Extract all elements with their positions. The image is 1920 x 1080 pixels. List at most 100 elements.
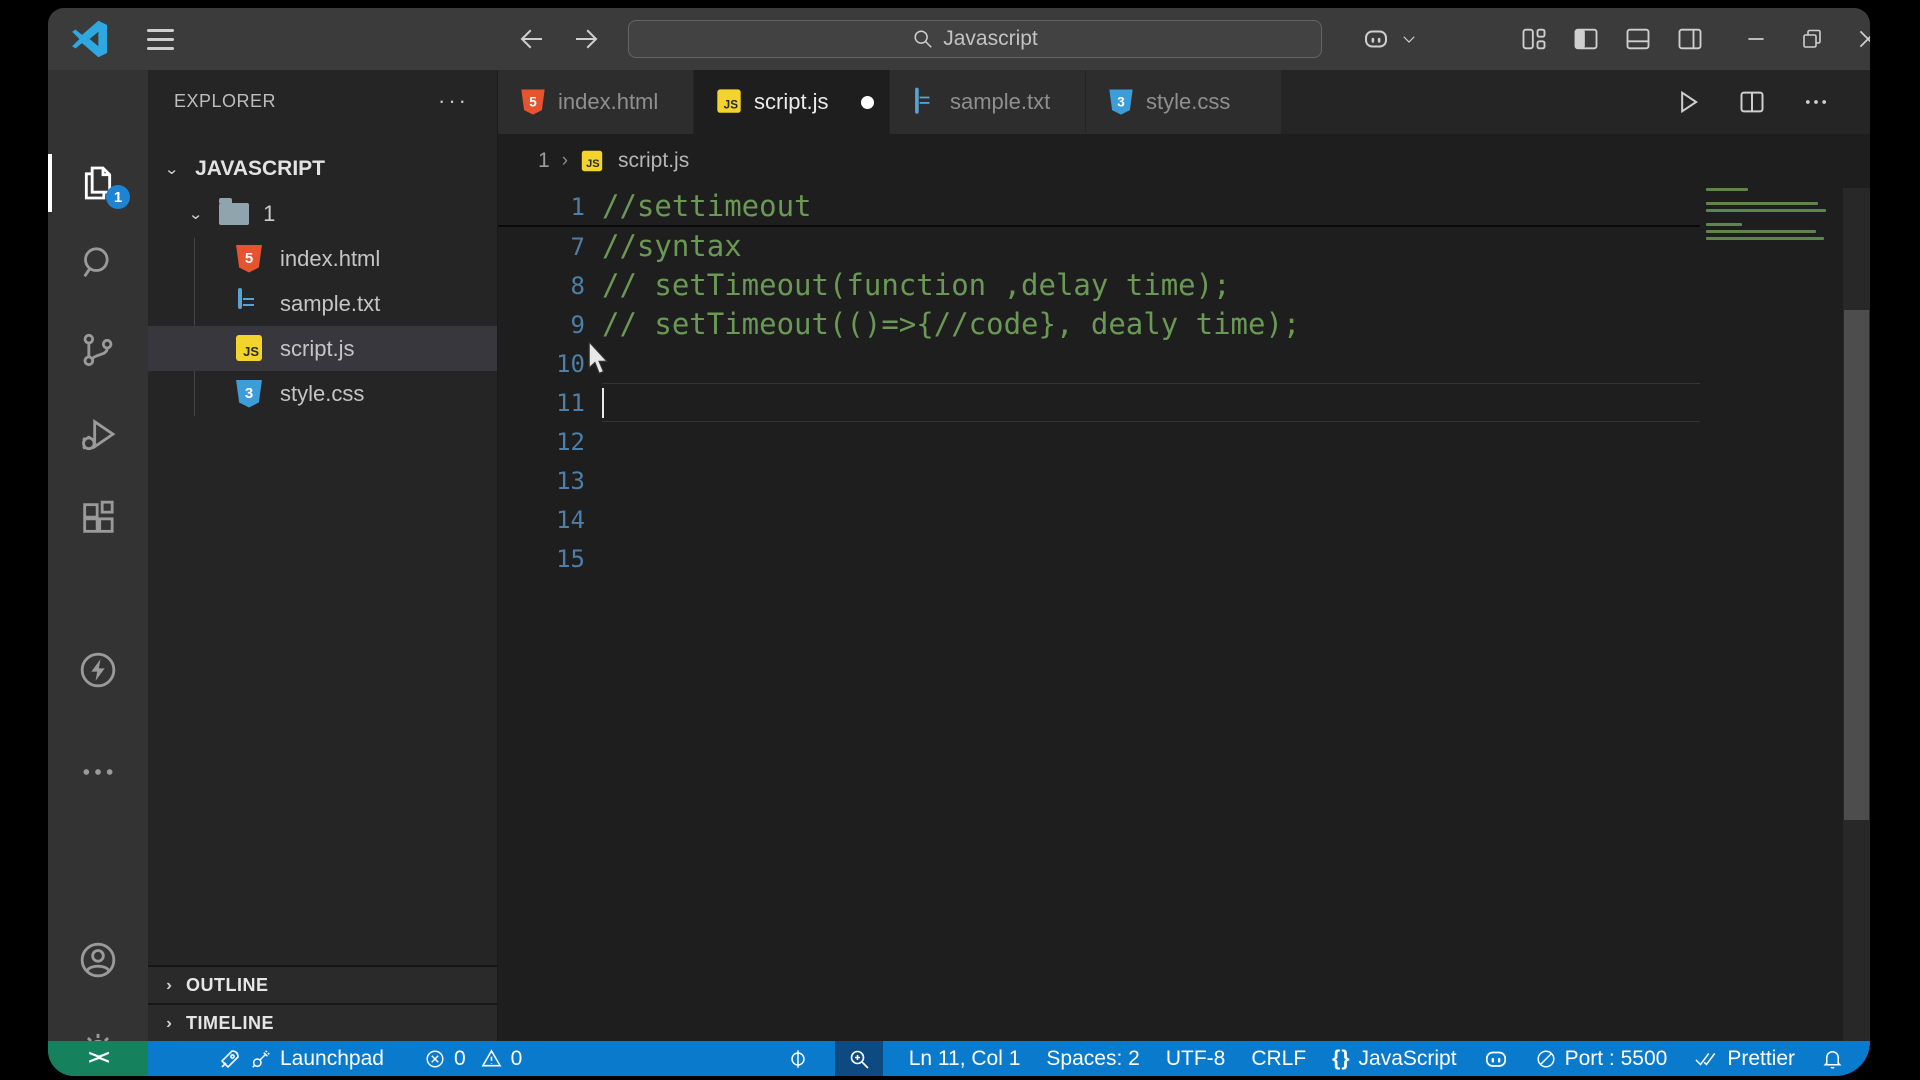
command-center-search[interactable]: Javascript xyxy=(628,20,1322,58)
port-item[interactable]: Port : 5500 xyxy=(1535,1047,1667,1071)
breadcrumb[interactable]: 1 › JS script.js xyxy=(498,134,1870,188)
vscode-window: Javascript 1 EXPLORER ··· ⌄ JAVASCRIPT ⌄… xyxy=(48,8,1870,1076)
code-line[interactable]: 14 xyxy=(498,500,1700,539)
search-icon xyxy=(914,30,933,48)
problems-item[interactable]: 0 0 xyxy=(424,1047,522,1071)
tab-label: index.html xyxy=(558,89,659,114)
editor-group: 5 index.html JS script.js sample.txt 3 s… xyxy=(498,70,1870,1041)
launchpad-item[interactable]: Launchpad xyxy=(218,1047,384,1071)
tab-index-html[interactable]: 5 index.html xyxy=(498,70,694,134)
more-actions-icon[interactable] xyxy=(1802,88,1830,116)
code-line[interactable]: 13 xyxy=(498,461,1700,500)
js-file-icon: JS xyxy=(236,334,262,363)
more-views-icon[interactable] xyxy=(48,732,148,812)
file-row-index-html[interactable]: 5 index.html xyxy=(148,236,497,281)
tab-script-js[interactable]: JS script.js xyxy=(694,70,890,134)
outline-panel-header[interactable]: › OUTLINE xyxy=(148,965,497,1003)
code-line[interactable]: 9 // setTimeout(()=>{//code}, dealy time… xyxy=(498,305,1700,344)
tab-label: sample.txt xyxy=(950,89,1051,114)
language-mode-item[interactable]: {} JavaScript xyxy=(1332,1047,1456,1071)
toggle-secondary-sidebar-button[interactable] xyxy=(1666,8,1714,70)
timeline-panel-header[interactable]: › TIMELINE xyxy=(148,1003,497,1041)
line-number: 12 xyxy=(556,427,585,456)
explorer-icon[interactable]: 1 xyxy=(48,143,148,223)
line-number: 7 xyxy=(570,232,585,261)
run-debug-icon[interactable] xyxy=(48,395,148,475)
extensions-icon[interactable] xyxy=(48,478,148,558)
remote-indicator[interactable]: >< xyxy=(48,1041,148,1076)
file-row-script-js[interactable]: JS script.js xyxy=(148,326,497,371)
text-cursor xyxy=(602,388,604,418)
zoom-in-icon xyxy=(850,1050,869,1069)
command-center-search-text: Javascript xyxy=(943,27,1038,50)
eol-item[interactable]: CRLF xyxy=(1251,1047,1306,1071)
breadcrumb-folder[interactable]: 1 xyxy=(538,149,550,173)
toggle-panel-button[interactable] xyxy=(1614,8,1662,70)
code-line[interactable]: 7 //syntax xyxy=(498,227,1700,266)
minimap[interactable] xyxy=(1700,188,1843,1041)
restore-button[interactable] xyxy=(1786,8,1838,70)
cursor-position-item[interactable]: Ln 11, Col 1 xyxy=(909,1047,1021,1071)
code-area[interactable]: 1 //settimeout 7 //syntax 8 // setTimeou… xyxy=(498,188,1700,578)
status-right: Ln 11, Col 1 Spaces: 2 UTF-8 CRLF {} Jav… xyxy=(787,1041,1844,1076)
navigate-forward-button[interactable] xyxy=(564,8,608,70)
line-text xyxy=(602,461,1700,500)
code-line[interactable]: 1 //settimeout xyxy=(498,188,1700,227)
file-name: sample.txt xyxy=(280,290,381,316)
workspace-root-row[interactable]: ⌄ JAVASCRIPT xyxy=(148,148,497,190)
folder-row[interactable]: ⌄ 1 xyxy=(148,192,497,236)
indentation-item[interactable]: Spaces: 2 xyxy=(1046,1047,1139,1071)
customize-layout-button[interactable] xyxy=(1510,8,1558,70)
breadcrumb-file[interactable]: script.js xyxy=(618,149,689,173)
scrollbar-track[interactable] xyxy=(1843,188,1870,1041)
toggle-primary-sidebar-button[interactable] xyxy=(1562,8,1610,70)
braces-icon: {} xyxy=(1332,1046,1351,1070)
unsaved-changes-dot[interactable] xyxy=(860,95,874,109)
split-editor-button[interactable] xyxy=(1738,88,1766,116)
circle-slash-icon xyxy=(1537,1049,1555,1068)
tab-sample-txt[interactable]: sample.txt xyxy=(890,70,1086,134)
folder-icon xyxy=(219,198,250,225)
navigate-back-button[interactable] xyxy=(510,8,554,70)
copilot-icon[interactable] xyxy=(1354,8,1398,70)
formatter-item[interactable]: Prettier xyxy=(1693,1047,1795,1071)
search-view-icon[interactable] xyxy=(48,223,148,303)
screen-frame: Javascript 1 EXPLORER ··· ⌄ JAVASCRIPT ⌄… xyxy=(0,0,1920,1080)
menu-icon[interactable] xyxy=(136,8,184,70)
minimize-button[interactable] xyxy=(1730,8,1782,70)
file-name: style.css xyxy=(280,380,365,406)
line-text xyxy=(602,383,1700,422)
line-number: 11 xyxy=(556,388,585,417)
sidebar-more-actions-icon[interactable]: ··· xyxy=(438,88,469,114)
js-file-icon: JS xyxy=(717,89,741,114)
close-button[interactable] xyxy=(1842,8,1870,70)
copilot-status-item[interactable] xyxy=(1483,1046,1509,1072)
html-file-icon: 5 xyxy=(236,244,262,273)
line-text: // setTimeout(()=>{//code}, dealy time); xyxy=(602,307,1301,341)
line-text xyxy=(602,344,1700,383)
live-server-icon[interactable] xyxy=(48,630,148,710)
explorer-badge: 1 xyxy=(106,185,130,209)
account-icon[interactable] xyxy=(48,920,148,1000)
launchpad-label: Launchpad xyxy=(280,1046,384,1070)
file-row-sample-txt[interactable]: sample.txt xyxy=(148,281,497,326)
code-line-current[interactable]: 11 xyxy=(498,383,1700,422)
code-line[interactable]: 8 // setTimeout(function ,delay time); xyxy=(498,266,1700,305)
tab-style-css[interactable]: 3 style.css xyxy=(1086,70,1282,134)
chevron-down-icon[interactable] xyxy=(1396,8,1422,70)
code-line[interactable]: 15 xyxy=(498,539,1700,578)
scrollbar-thumb[interactable] xyxy=(1844,310,1869,820)
status-bar: >< Launchpad 0 0 Ln 11, Col 1 Spaces: 2 … xyxy=(48,1041,1870,1076)
source-control-icon[interactable] xyxy=(48,310,148,390)
file-row-style-css[interactable]: 3 style.css xyxy=(148,371,497,416)
notifications-item[interactable] xyxy=(1821,1047,1844,1070)
screencast-item[interactable] xyxy=(787,1048,809,1070)
code-line[interactable]: 12 xyxy=(498,422,1700,461)
run-button[interactable] xyxy=(1674,88,1702,116)
double-check-icon xyxy=(1695,1052,1716,1066)
chevron-down-icon: ⌄ xyxy=(164,160,180,178)
chevron-right-icon: › xyxy=(561,150,569,171)
zoom-item[interactable] xyxy=(834,1041,883,1076)
encoding-item[interactable]: UTF-8 xyxy=(1166,1047,1226,1071)
code-line[interactable]: 10 xyxy=(498,344,1700,383)
